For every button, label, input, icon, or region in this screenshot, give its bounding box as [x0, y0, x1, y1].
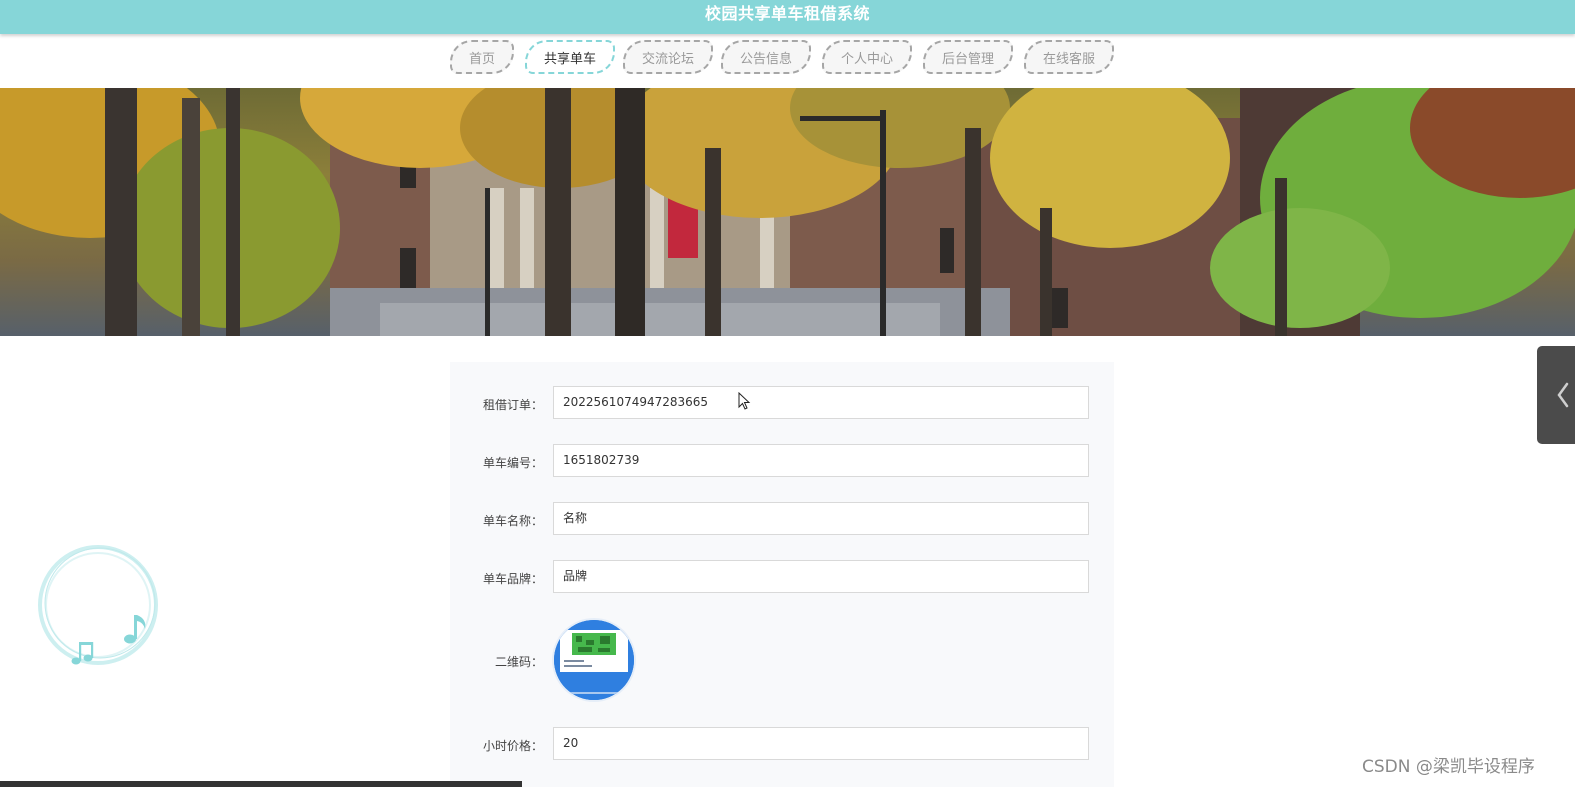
bottom-bar [0, 781, 522, 787]
rental-form: 租借订单： 2022561074947283665 单车编号： 16518027… [450, 362, 1114, 787]
nav-item-notices[interactable]: 公告信息 [721, 40, 811, 74]
music-player[interactable] [35, 545, 165, 670]
bike-no-field[interactable]: 1651802739 [553, 444, 1089, 477]
site-header: 校园共享单车租借系统 [0, 0, 1575, 34]
order-field[interactable]: 2022561074947283665 [553, 386, 1089, 419]
bike-name-field[interactable]: 名称 [553, 502, 1089, 535]
nav-item-admin[interactable]: 后台管理 [923, 40, 1013, 74]
campus-banner [0, 88, 1575, 336]
nav-item-profile[interactable]: 个人中心 [822, 40, 912, 74]
hour-price-field[interactable]: 20 [553, 727, 1089, 760]
bike-brand-field[interactable]: 品牌 [553, 560, 1089, 593]
hour-price-label: 小时价格： [482, 739, 543, 753]
qr-code-image[interactable] [554, 620, 634, 700]
nav-item-forum[interactable]: 交流论坛 [623, 40, 713, 74]
music-note-icon [38, 545, 158, 665]
nav-item-service[interactable]: 在线客服 [1024, 40, 1114, 74]
campus-photo-icon [0, 88, 1575, 336]
bike-name-label: 单车名称： [482, 514, 543, 528]
bike-no-label: 单车编号： [482, 456, 543, 470]
mouse-cursor-icon [738, 392, 751, 410]
watermark: CSDN @梁凯毕设程序 [1362, 757, 1535, 777]
side-panel-toggle[interactable] [1537, 346, 1575, 444]
nav-item-bikes[interactable]: 共享单车 [525, 40, 615, 74]
order-label: 租借订单： [482, 398, 543, 412]
nav-item-home[interactable]: 首页 [450, 40, 514, 74]
bike-brand-label: 单车品牌： [482, 572, 543, 586]
chevron-left-icon [1557, 382, 1569, 408]
qrcode-label: 二维码： [494, 655, 543, 669]
site-title: 校园共享单车租借系统 [704, 4, 870, 23]
qr-code-icon [554, 620, 634, 700]
